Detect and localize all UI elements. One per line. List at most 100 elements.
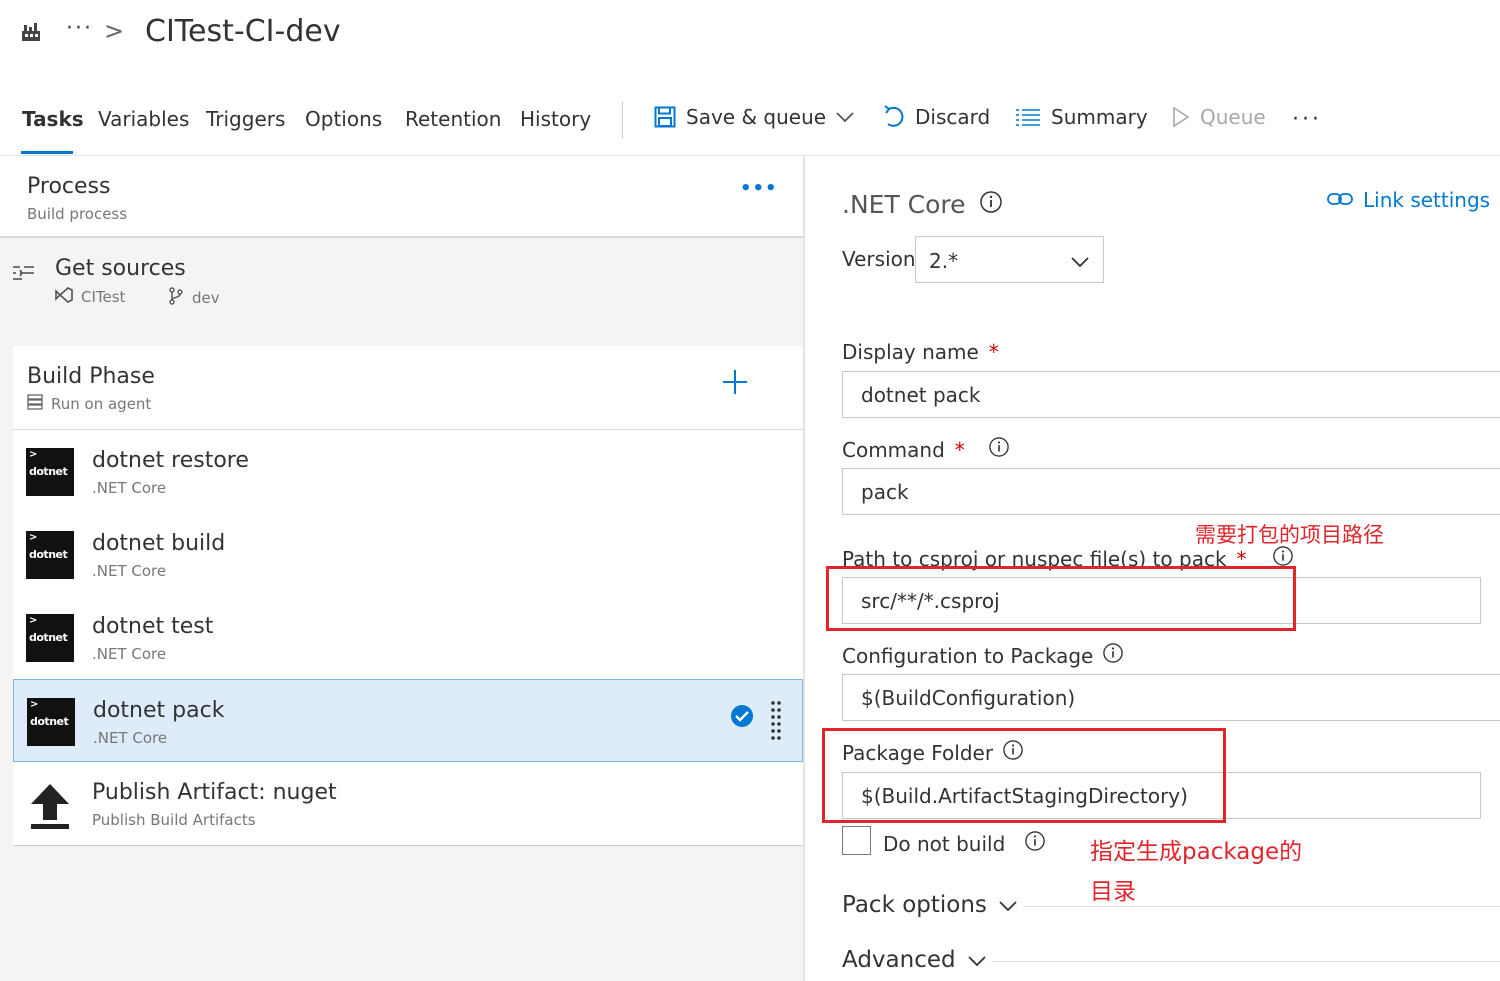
phase-title: Build Phase [27, 364, 155, 389]
visual-studio-icon [55, 287, 73, 307]
task-type: .NET Core [92, 645, 167, 663]
info-icon[interactable] [979, 190, 1002, 219]
chevron-down-icon[interactable] [836, 111, 854, 123]
pack-options-section[interactable]: Pack options [842, 892, 1017, 918]
task-name: dotnet restore [92, 448, 249, 473]
tab-retention[interactable]: Retention [405, 107, 501, 131]
breadcrumb-chevron-icon: > [104, 17, 125, 45]
tab-triggers[interactable]: Triggers [206, 107, 285, 131]
configuration-input[interactable]: $(BuildConfiguration) [842, 674, 1500, 721]
dotnet-icon: > dotnet [27, 698, 75, 746]
task-list: > dotnet dotnet restore .NET Core > dotnet… [13, 430, 803, 845]
phase-subtitle-text: Run on agent [51, 395, 152, 413]
process-subtitle: Build process [27, 205, 128, 223]
undo-icon [883, 105, 905, 129]
required-mark: * [954, 437, 965, 462]
required-mark: * [988, 340, 999, 364]
advanced-section[interactable]: Advanced [842, 947, 986, 973]
task-item[interactable]: > dotnet dotnet restore .NET Core [13, 430, 803, 513]
page-title: CITest-CI-dev [145, 14, 341, 49]
command-label: Command * [842, 437, 1009, 462]
source-repo: CITest [55, 287, 125, 307]
discard-button[interactable]: Discard [883, 105, 990, 129]
task-item[interactable]: > dotnet dotnet test .NET Core [13, 596, 803, 679]
do-not-build-label: Do not build [883, 831, 1046, 856]
tab-tasks[interactable]: Tasks [22, 107, 84, 131]
upload-icon [29, 782, 71, 834]
info-icon[interactable] [1103, 643, 1124, 668]
task-type: .NET Core [92, 562, 167, 580]
link-settings-label: Link settings [1363, 188, 1491, 212]
save-icon [654, 106, 676, 128]
get-sources-icon [12, 264, 36, 288]
source-branch: dev [168, 287, 220, 309]
queue-button[interactable]: Queue [1172, 105, 1266, 129]
annotation-path-note: 需要打包的项目路径 [1195, 523, 1384, 547]
process-item[interactable]: Process Build process ••• [0, 156, 803, 238]
header: ··· > CITest-CI-dev [0, 0, 1500, 70]
tab-history[interactable]: History [520, 107, 591, 131]
queue-label: Queue [1200, 105, 1266, 129]
section-divider [991, 961, 1500, 962]
check-circle-icon [730, 704, 754, 732]
task-type: .NET Core [93, 729, 168, 747]
get-sources-title[interactable]: Get sources [55, 256, 186, 281]
task-item[interactable]: > dotnet dotnet build .NET Core [13, 513, 803, 596]
summary-label: Summary [1051, 105, 1148, 129]
build-pipeline-icon[interactable] [21, 22, 41, 42]
section-divider [1023, 906, 1500, 907]
source-branch-name: dev [192, 289, 220, 307]
task-name: dotnet pack [93, 698, 225, 723]
annotation-box-path [826, 566, 1296, 631]
dotnet-icon: > dotnet [26, 531, 74, 579]
task-type: Publish Build Artifacts [92, 811, 256, 829]
task-item-selected[interactable]: > dotnet dotnet pack .NET Core [13, 679, 803, 762]
task-name: dotnet build [92, 531, 226, 556]
task-list-border [13, 845, 803, 846]
task-details-title: .NET Core [842, 190, 1002, 219]
save-queue-button[interactable]: Save & queue [654, 105, 854, 129]
task-type: .NET Core [92, 479, 167, 497]
task-list-pane: Process Build process ••• Get sources CI… [0, 156, 803, 981]
phase-subtitle: Run on agent [27, 394, 151, 414]
dotnet-icon: > dotnet [26, 614, 74, 662]
command-select[interactable]: pack [842, 468, 1500, 515]
task-name: dotnet test [92, 614, 214, 639]
version-value: 2.* [929, 249, 959, 273]
info-icon[interactable] [1025, 831, 1046, 856]
tab-variables[interactable]: Variables [98, 107, 189, 131]
breadcrumb-overflow[interactable]: ··· [66, 16, 93, 41]
task-details-title-text: .NET Core [842, 190, 966, 219]
build-phase[interactable]: Build Phase Run on agent [13, 346, 803, 430]
process-title: Process [27, 174, 111, 199]
add-task-icon[interactable] [721, 368, 749, 400]
annotation-folder-note-2: 目录 [1090, 879, 1136, 905]
annotation-box-folder [822, 728, 1226, 823]
save-queue-label: Save & queue [686, 105, 827, 129]
chevron-down-icon [999, 892, 1017, 918]
do-not-build-checkbox[interactable] [842, 826, 871, 855]
branch-icon [168, 287, 184, 309]
discard-label: Discard [915, 105, 991, 129]
active-tab-indicator [21, 151, 73, 154]
version-label: Version [842, 247, 916, 271]
process-more-button[interactable]: ••• [740, 178, 778, 199]
list-icon [1015, 108, 1041, 126]
task-item[interactable]: Publish Artifact: nuget Publish Build Ar… [13, 762, 803, 845]
toolbar: Tasks Variables Triggers Options Retenti… [0, 95, 1500, 155]
link-settings-button[interactable]: Link settings [1327, 188, 1490, 212]
info-icon[interactable] [989, 437, 1009, 462]
chevron-down-icon [1071, 253, 1089, 272]
task-name: Publish Artifact: nuget [92, 780, 337, 805]
dotnet-icon: > dotnet [26, 448, 74, 496]
more-actions-button[interactable]: ··· [1292, 107, 1322, 132]
tab-options[interactable]: Options [305, 107, 382, 131]
link-icon [1327, 188, 1353, 212]
source-repo-name: CITest [81, 288, 126, 306]
toolbar-divider [622, 101, 623, 139]
version-select[interactable]: 2.* [915, 236, 1104, 283]
play-icon [1172, 106, 1190, 128]
drag-handle-icon[interactable] [770, 700, 782, 746]
summary-button[interactable]: Summary [1015, 105, 1148, 129]
display-name-input[interactable]: dotnet pack [842, 371, 1500, 418]
